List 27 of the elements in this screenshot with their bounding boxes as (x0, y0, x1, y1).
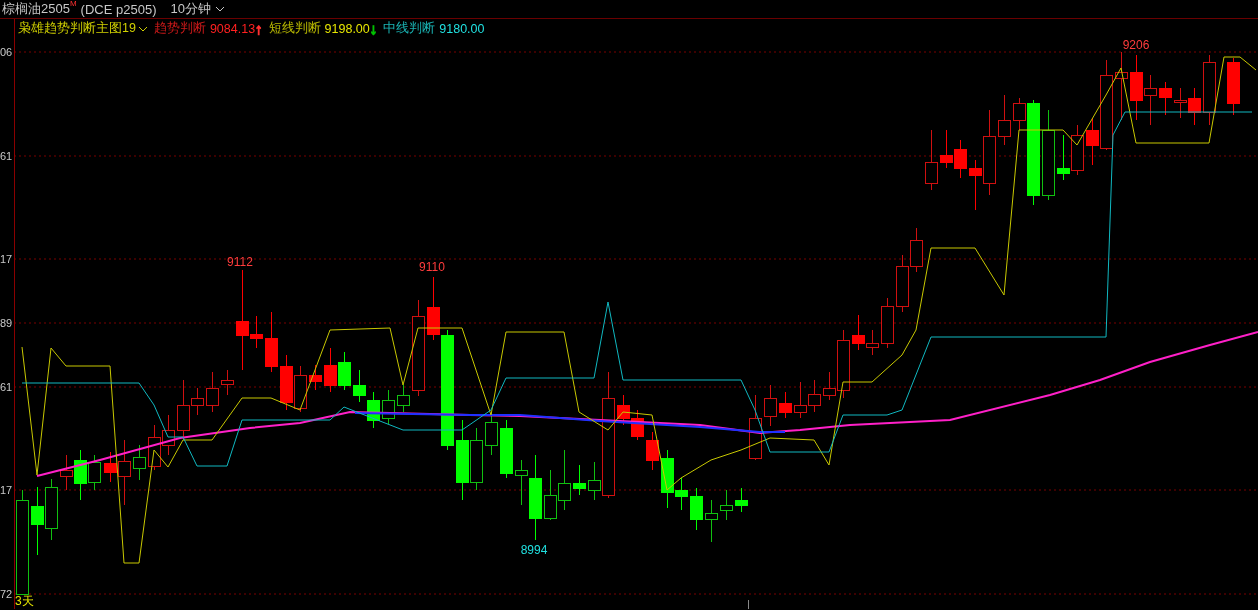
indicator-value: 9084.13 (209, 21, 256, 36)
axis-label: 17 (0, 253, 13, 265)
axis-label: 61 (0, 150, 13, 162)
indicator-value: 9180.00 (439, 21, 485, 36)
price-label: 8994 (520, 543, 548, 557)
indicator-label: 短线判断 (268, 20, 321, 37)
price-label: 9112 (227, 255, 253, 269)
range-label: 3天 (15, 594, 34, 608)
price-label: 9110 (419, 260, 445, 274)
period-selector[interactable]: 10分钟 (170, 0, 211, 18)
instrument-code: (DCE p2505) (80, 1, 157, 17)
indicator-name[interactable]: 枭雄趋势判断主图19 (18, 20, 136, 37)
indicator-value: 9198.00 (324, 21, 370, 36)
price-label: 9206 (1122, 38, 1150, 52)
instrument-name: 棕榈油2505$^{M}$ (2, 0, 77, 18)
tick-mark (748, 599, 749, 609)
axis-label: 17 (0, 484, 13, 496)
axis-label: 72 (0, 588, 13, 600)
trend-arrow: ↓ (369, 21, 378, 36)
indicator-label: 中线判断 (383, 20, 436, 37)
axis-label: 61 (0, 381, 13, 393)
chevron-down-icon[interactable] (137, 25, 148, 32)
axis-label: 89 (0, 317, 13, 329)
chevron-down-icon[interactable] (214, 6, 225, 12)
indicator-label: 趋势判断 (153, 20, 206, 37)
axis-label: 06 (0, 46, 13, 58)
trend-arrow: ↑ (255, 21, 263, 36)
